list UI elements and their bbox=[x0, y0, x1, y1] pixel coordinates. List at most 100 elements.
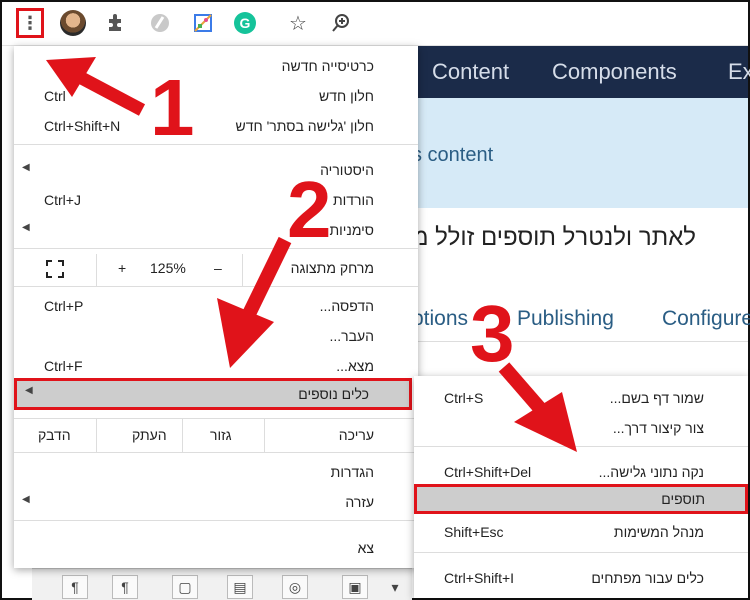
nav-item-content[interactable]: Content bbox=[432, 59, 509, 85]
zoom-plus-button[interactable]: + bbox=[118, 260, 126, 276]
nav-item-components[interactable]: Components bbox=[552, 59, 677, 85]
submenu-item-dev-tools[interactable]: כלים עבור מפתחים Ctrl+Shift+I bbox=[414, 564, 748, 592]
dropdown-arrow-icon[interactable]: ▾ bbox=[382, 575, 408, 599]
cut-button[interactable]: גזור bbox=[210, 427, 232, 443]
colorful-extension-icon[interactable] bbox=[190, 10, 216, 36]
zoom-divider bbox=[96, 254, 97, 286]
menu-item-print[interactable]: הדפסה... Ctrl+P bbox=[14, 292, 418, 320]
browser-toolbar: ⋮ G ☆ bbox=[2, 2, 748, 46]
menu-item-new-tab[interactable]: כרטיסייה חדשה bbox=[14, 52, 418, 80]
menu-separator bbox=[14, 452, 418, 453]
grammarly-icon[interactable]: G bbox=[232, 10, 258, 36]
menu-separator bbox=[14, 144, 418, 145]
menu-label: כלים עבור מפתחים bbox=[591, 570, 704, 586]
puzzle-icon[interactable] bbox=[102, 10, 128, 36]
zoom-minus-button[interactable]: – bbox=[214, 260, 222, 276]
print-icon[interactable]: ▤ bbox=[227, 575, 253, 599]
binoculars-icon[interactable]: ◎ bbox=[282, 575, 308, 599]
submenu-item-save-page[interactable]: שמור דף בשם... Ctrl+S bbox=[414, 384, 748, 412]
menu-label: חלון חדש bbox=[319, 88, 374, 104]
menu-shortcut: Ctrl+P bbox=[44, 298, 84, 314]
edit-divider bbox=[264, 418, 265, 452]
menu-label: חלון 'גלישה בסתר' חדש bbox=[235, 118, 374, 134]
menu-label: שמור דף בשם... bbox=[609, 390, 704, 406]
menu-item-settings[interactable]: הגדרות bbox=[14, 458, 418, 486]
tab-options[interactable]: ptions bbox=[412, 307, 468, 331]
menu-shortcut: Ctrl+S bbox=[444, 390, 484, 406]
tab-configure[interactable]: Configure bbox=[662, 307, 750, 331]
menu-label: היסטוריה bbox=[320, 162, 374, 178]
page-heading: לאתר ולנטרל תוספים זולל מ bbox=[412, 224, 697, 251]
site-alert: s content bbox=[412, 98, 748, 208]
menu-zoom-row: + 125% – מרחק מתצוגה bbox=[14, 254, 418, 286]
submenu-arrow-icon: ◀ bbox=[22, 162, 30, 173]
more-tools-submenu: שמור דף בשם... Ctrl+S צור קיצור דרך... נ… bbox=[414, 376, 748, 598]
site-nav-bar: Content Components Ex bbox=[412, 46, 750, 98]
kebab-glyph: ⋮ bbox=[21, 12, 39, 33]
submenu-arrow-icon: ◀ bbox=[22, 222, 30, 233]
menu-label: כלים נוספים bbox=[298, 386, 369, 402]
gray-extension-icon[interactable] bbox=[147, 10, 173, 36]
nav-item-extensions[interactable]: Ex bbox=[728, 59, 750, 85]
menu-item-new-window[interactable]: חלון חדש Ctrl bbox=[14, 82, 418, 110]
editor-toolbar: ¶ ¶ ▢ ▤ ◎ ▣ ▾ bbox=[32, 568, 412, 600]
paste-button[interactable]: הדבק bbox=[38, 427, 71, 443]
menu-item-find[interactable]: מצא... Ctrl+F bbox=[14, 352, 418, 380]
edit-divider bbox=[182, 418, 183, 452]
star-glyph: ☆ bbox=[289, 12, 307, 35]
menu-label: תוספים bbox=[661, 491, 705, 507]
menu-shortcut: Shift+Esc bbox=[444, 524, 504, 540]
menu-item-help[interactable]: ◀ עזרה bbox=[14, 488, 418, 516]
kebab-menu-icon[interactable]: ⋮ bbox=[16, 8, 44, 38]
menu-label: כרטיסייה חדשה bbox=[281, 58, 374, 74]
menu-label: הגדרות bbox=[330, 464, 374, 480]
menu-shortcut: Ctrl+Shift+I bbox=[444, 570, 515, 586]
zoom-icon[interactable] bbox=[328, 10, 354, 36]
menu-item-bookmarks[interactable]: ◀ סימניות bbox=[14, 216, 418, 244]
menu-separator bbox=[14, 248, 418, 249]
image-icon[interactable]: ▣ bbox=[342, 575, 368, 599]
edit-divider bbox=[96, 418, 97, 452]
menu-edit-row: הדבק העתק גזור עריכה bbox=[14, 418, 418, 452]
menu-label: עזרה bbox=[345, 494, 374, 510]
zoom-divider bbox=[242, 254, 243, 286]
tab-publishing[interactable]: Publishing bbox=[517, 307, 614, 331]
menu-label: הדפסה... bbox=[319, 298, 374, 314]
zoom-label: מרחק מתצוגה bbox=[290, 260, 374, 276]
edit-label: עריכה bbox=[338, 427, 374, 443]
submenu-item-task-manager[interactable]: מנהל המשימות Shift+Esc bbox=[414, 518, 748, 546]
chrome-main-menu: כרטיסייה חדשה חלון חדש Ctrl חלון 'גלישה … bbox=[14, 46, 418, 568]
menu-separator bbox=[414, 552, 748, 553]
alert-text: s content bbox=[412, 144, 494, 166]
copy-button[interactable]: העתק bbox=[132, 427, 167, 443]
grammarly-glyph: G bbox=[240, 15, 251, 31]
menu-label: נקה נתוני גלישה... bbox=[598, 464, 704, 480]
menu-shortcut: Ctrl bbox=[44, 88, 66, 104]
menu-shortcut: Ctrl+Shift+N bbox=[44, 118, 121, 134]
fullscreen-icon[interactable] bbox=[46, 260, 64, 281]
menu-label: צא bbox=[357, 540, 374, 556]
submenu-item-extensions[interactable]: תוספים bbox=[414, 484, 748, 514]
menu-label: סימניות bbox=[329, 222, 374, 238]
menu-label: מנהל המשימות bbox=[613, 524, 704, 540]
pilcrow-rtl-icon[interactable]: ¶ bbox=[112, 575, 138, 599]
profile-avatar[interactable] bbox=[60, 10, 86, 36]
menu-item-history[interactable]: ◀ היסטוריה bbox=[14, 156, 418, 184]
menu-separator bbox=[14, 286, 418, 287]
submenu-arrow-icon: ◀ bbox=[25, 385, 33, 396]
star-icon[interactable]: ☆ bbox=[285, 10, 311, 36]
menu-shortcut: Ctrl+F bbox=[44, 358, 83, 374]
menu-item-downloads[interactable]: הורדות Ctrl+J bbox=[14, 186, 418, 214]
menu-shortcut: Ctrl+J bbox=[44, 192, 81, 208]
menu-separator bbox=[14, 520, 418, 521]
fullscreen-icon[interactable]: ▢ bbox=[172, 575, 198, 599]
zoom-value: 125% bbox=[150, 260, 186, 276]
menu-item-more-tools[interactable]: ◀ כלים נוספים bbox=[14, 378, 412, 410]
menu-label: מצא... bbox=[336, 358, 374, 374]
submenu-item-clear-data[interactable]: נקה נתוני גלישה... Ctrl+Shift+Del bbox=[414, 458, 748, 486]
menu-item-incognito[interactable]: חלון 'גלישה בסתר' חדש Ctrl+Shift+N bbox=[14, 112, 418, 140]
menu-item-cast[interactable]: העבר... bbox=[14, 322, 418, 350]
pilcrow-icon[interactable]: ¶ bbox=[62, 575, 88, 599]
menu-item-exit[interactable]: צא bbox=[14, 534, 418, 562]
submenu-item-create-shortcut[interactable]: צור קיצור דרך... bbox=[414, 414, 748, 442]
